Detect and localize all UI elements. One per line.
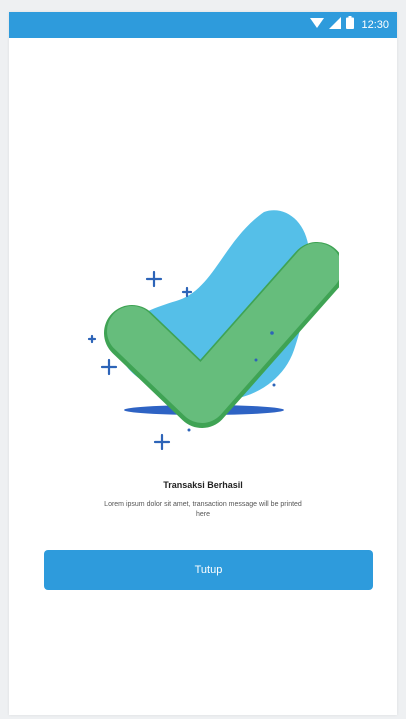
cell-signal-icon — [329, 16, 342, 34]
close-button[interactable]: Tutup — [44, 550, 373, 590]
status-bar: 12:30 — [9, 12, 397, 38]
wifi-icon — [310, 16, 325, 34]
status-time: 12:30 — [361, 19, 389, 31]
success-illustration — [74, 200, 345, 451]
battery-icon — [346, 16, 355, 34]
screen: 12:30 Transaksi Berhasil Lorem ipsum dol… — [9, 12, 397, 715]
result-message: Lorem ipsum dolor sit amet, transaction … — [104, 501, 302, 518]
status-icons: 12:30 — [310, 16, 389, 34]
result-title: Transaksi Berhasil — [163, 480, 243, 490]
